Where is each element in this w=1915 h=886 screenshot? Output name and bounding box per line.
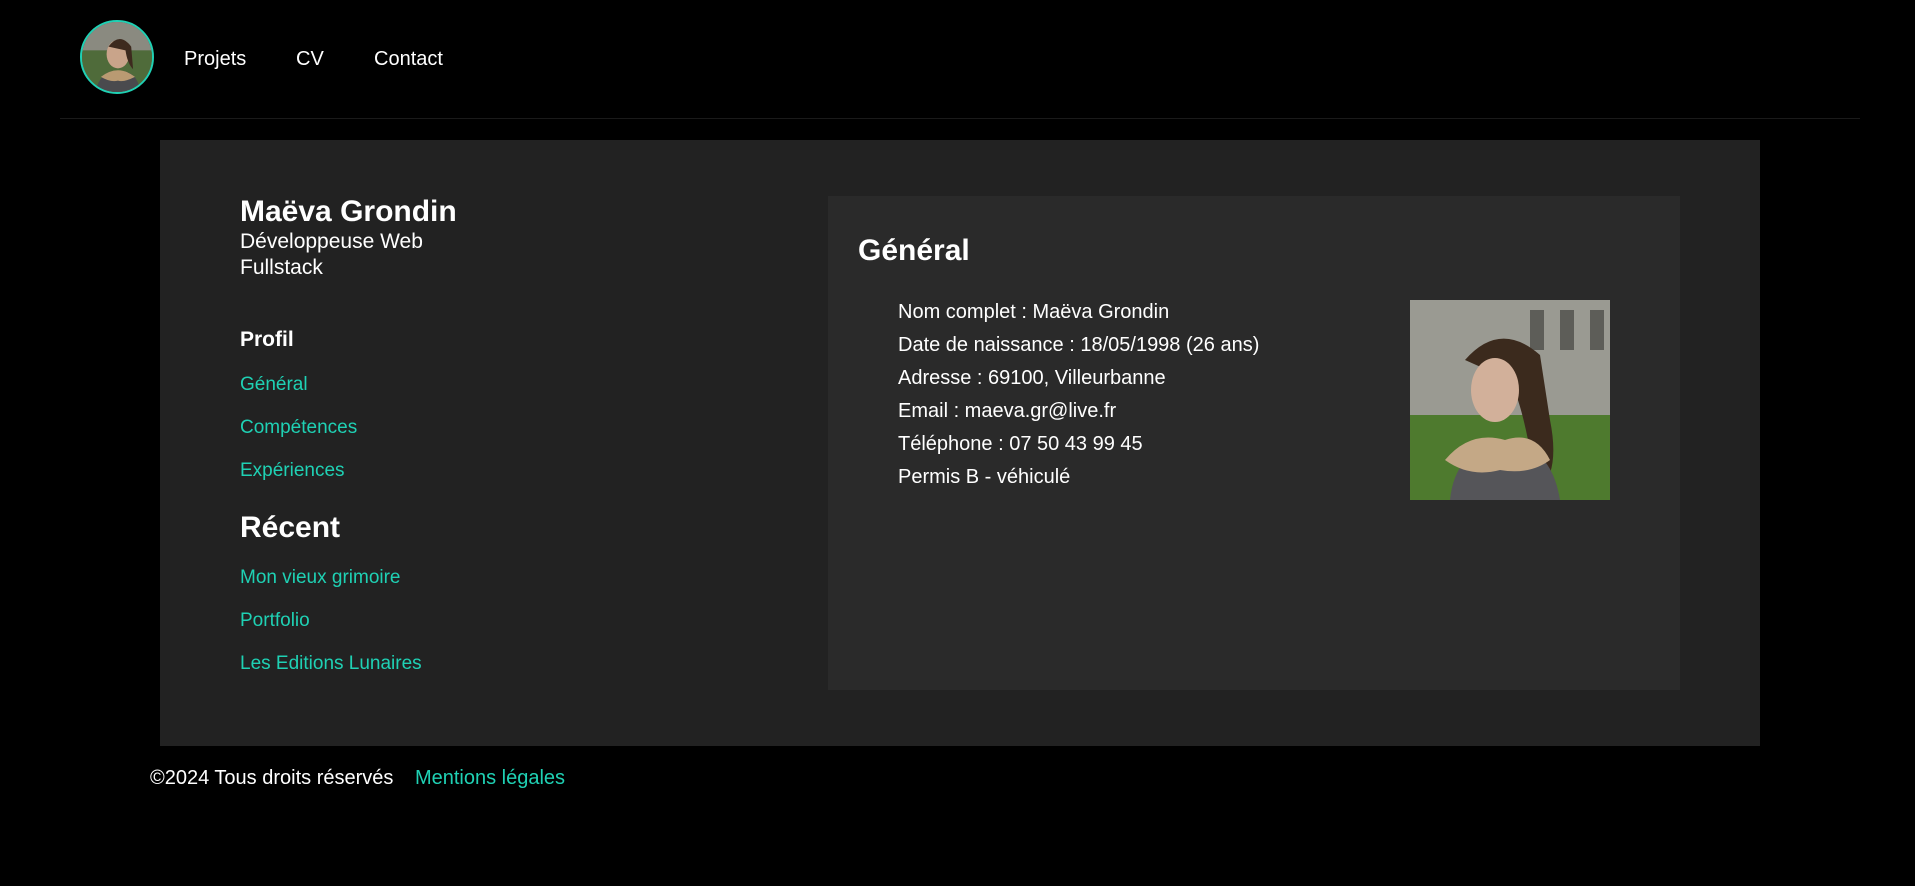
site-footer: ©2024 Tous droits réservés Mentions léga…: [150, 767, 565, 789]
profile-photo: [1410, 300, 1610, 500]
general-card: Général Nom complet : Maëva Grondin Date…: [828, 196, 1680, 690]
sidebar-link-general[interactable]: Général: [240, 374, 660, 396]
profil-heading: Profil: [240, 328, 294, 351]
avatar[interactable]: [80, 20, 154, 94]
sidebar: Maëva Grondin Développeuse Web Fullstack…: [240, 195, 660, 675]
recent-heading: Récent: [240, 511, 341, 544]
info-email: Email : maeva.gr@live.fr: [898, 400, 1117, 422]
recent-link-grimoire[interactable]: Mon vieux grimoire: [240, 567, 660, 589]
avatar-image: [82, 22, 152, 92]
nav-cv[interactable]: CV: [296, 48, 324, 70]
main-panel: Maëva Grondin Développeuse Web Fullstack…: [160, 140, 1760, 746]
profile-name: Maëva Grondin: [240, 195, 457, 228]
footer-legal-link[interactable]: Mentions légales: [415, 767, 565, 789]
profile-photo-image: [1410, 300, 1610, 500]
site-header: Projets CV Contact: [0, 0, 1915, 120]
nav-projets[interactable]: Projets: [184, 48, 246, 70]
footer-copyright: ©2024 Tous droits réservés: [150, 767, 394, 789]
sidebar-link-competences[interactable]: Compétences: [240, 417, 660, 439]
header-divider: [60, 118, 1860, 119]
nav-contact[interactable]: Contact: [374, 48, 443, 70]
info-full-name: Nom complet : Maëva Grondin: [898, 301, 1170, 323]
info-address: Adresse : 69100, Villeurbanne: [898, 367, 1166, 389]
info-phone: Téléphone : 07 50 43 99 45: [898, 433, 1143, 455]
info-birth-date: Date de naissance : 18/05/1998 (26 ans): [898, 334, 1260, 356]
profile-role: Développeuse Web Fullstack: [240, 230, 423, 279]
info-license: Permis B - véhiculé: [898, 466, 1071, 488]
recent-link-editions-lunaires[interactable]: Les Editions Lunaires: [240, 653, 660, 675]
card-title: Général: [858, 234, 970, 267]
sidebar-link-experiences[interactable]: Expériences: [240, 460, 660, 482]
recent-link-portfolio[interactable]: Portfolio: [240, 610, 660, 632]
info-list: Nom complet : Maëva Grondin Date de nais…: [898, 296, 1259, 494]
